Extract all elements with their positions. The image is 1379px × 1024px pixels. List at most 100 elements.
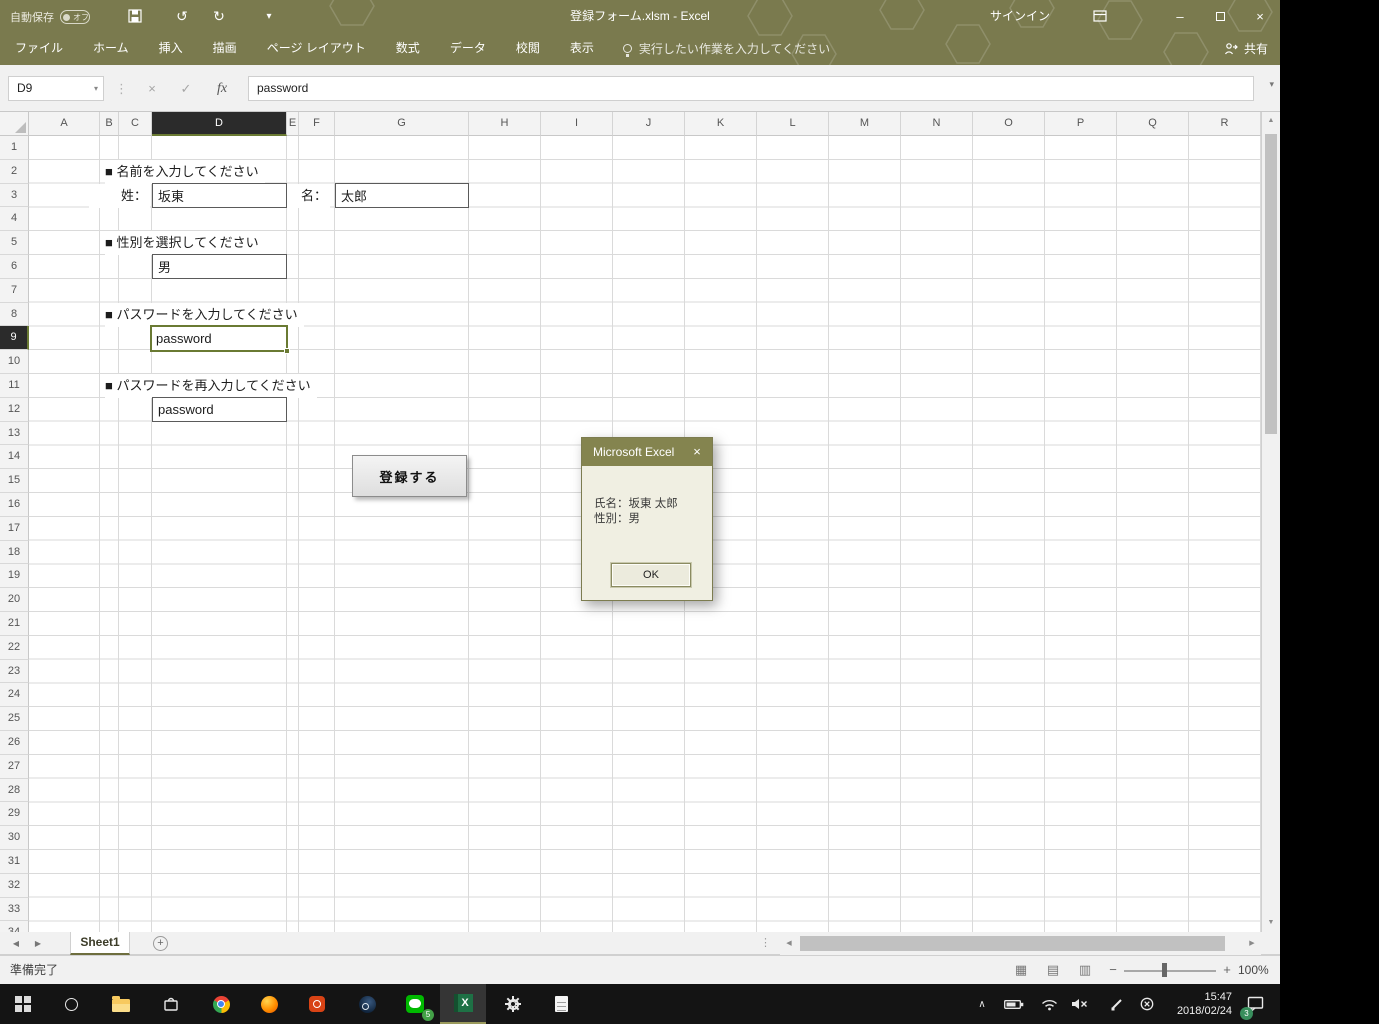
ribbon-tab-file[interactable]: ファイル <box>0 32 78 65</box>
minimize-button[interactable]: – <box>1160 0 1200 32</box>
tray-network-button[interactable] <box>1036 984 1062 1024</box>
redo-button[interactable]: ↻ <box>202 0 236 32</box>
row-header-18[interactable]: 18 <box>0 540 29 565</box>
column-header-m[interactable]: M <box>829 112 901 136</box>
ribbon-tab-insert[interactable]: 挿入 <box>144 32 198 65</box>
column-header-n[interactable]: N <box>901 112 973 136</box>
signin-button[interactable]: サインイン <box>978 0 1062 32</box>
action-center-button[interactable]: 3 <box>1238 984 1272 1024</box>
column-header-c[interactable]: C <box>119 112 152 136</box>
row-header-3[interactable]: 3 <box>0 183 29 208</box>
scroll-up-icon[interactable]: ▲ <box>1262 112 1280 130</box>
row-header-19[interactable]: 19 <box>0 564 29 589</box>
cell-password-confirm-section[interactable]: ■ パスワードを再入力してください <box>105 374 317 398</box>
row-header-16[interactable]: 16 <box>0 492 29 517</box>
undo-button[interactable]: ↺ <box>165 0 199 32</box>
taskbar-notes-button[interactable] <box>538 984 584 1024</box>
taskbar-store-button[interactable] <box>148 984 194 1024</box>
taskbar-chat-app-button[interactable] <box>294 984 340 1024</box>
dialog-titlebar[interactable]: Microsoft Excel × <box>582 438 712 466</box>
row-header-30[interactable]: 30 <box>0 826 29 850</box>
row-header-6[interactable]: 6 <box>0 254 29 279</box>
cell-name-section[interactable]: ■ 名前を入力してください <box>105 159 265 184</box>
row-header-29[interactable]: 29 <box>0 802 29 827</box>
save-button[interactable] <box>118 0 152 32</box>
cell-gender-section[interactable]: ■ 性別を選択してください <box>105 231 265 256</box>
row-header-20[interactable]: 20 <box>0 588 29 612</box>
horizontal-scrollbar-thumb[interactable] <box>800 936 1225 951</box>
tray-sync-error-button[interactable] <box>1134 984 1160 1024</box>
row-header-31[interactable]: 31 <box>0 849 29 874</box>
gender-field[interactable]: 男 <box>152 254 287 279</box>
cell-password-section[interactable]: ■ パスワードを入力してください <box>105 302 304 327</box>
row-header-23[interactable]: 23 <box>0 659 29 684</box>
last-name-field[interactable]: 坂東 <box>152 182 287 208</box>
cell-last-name-label[interactable]: 姓： <box>89 183 150 208</box>
tray-battery-button[interactable] <box>1000 984 1028 1024</box>
sheet-nav-prev-button[interactable]: ◀ <box>6 932 26 955</box>
add-sheet-button[interactable]: + <box>153 936 168 951</box>
zoom-level-label[interactable]: 100% <box>1238 956 1269 984</box>
start-button[interactable] <box>0 984 46 1024</box>
column-header-a[interactable]: A <box>29 112 100 136</box>
insert-function-button[interactable]: fx <box>208 76 236 101</box>
row-header-7[interactable]: 7 <box>0 278 29 303</box>
row-header-34[interactable]: 34 <box>0 921 29 932</box>
sheet-tab-sheet1[interactable]: Sheet1 <box>70 932 130 955</box>
row-header-14[interactable]: 14 <box>0 445 29 470</box>
row-header-11[interactable]: 11 <box>0 373 29 398</box>
column-header-e[interactable]: E <box>287 112 299 136</box>
horizontal-scrollbar[interactable]: ◀ ▶ <box>780 932 1261 955</box>
row-header-8[interactable]: 8 <box>0 302 29 327</box>
column-header-f[interactable]: F <box>299 112 335 136</box>
row-header-4[interactable]: 4 <box>0 207 29 232</box>
zoom-slider-track[interactable] <box>1124 969 1216 972</box>
register-button[interactable]: 登録する <box>352 455 467 497</box>
dialog-ok-button[interactable]: OK <box>611 563 691 587</box>
taskbar-chrome-button[interactable] <box>198 984 244 1024</box>
column-header-p[interactable]: P <box>1045 112 1117 136</box>
column-header-k[interactable]: K <box>685 112 757 136</box>
row-header-26[interactable]: 26 <box>0 730 29 755</box>
formula-input[interactable]: password <box>248 76 1254 101</box>
column-header-q[interactable]: Q <box>1117 112 1189 136</box>
row-header-12[interactable]: 12 <box>0 397 29 422</box>
column-header-l[interactable]: L <box>757 112 829 136</box>
vertical-scrollbar[interactable]: ▲ ▼ <box>1261 112 1280 932</box>
tab-scroll-splitter[interactable]: ⋮ <box>760 932 771 955</box>
column-header-r[interactable]: R <box>1189 112 1261 136</box>
row-header-22[interactable]: 22 <box>0 635 29 660</box>
row-header-1[interactable]: 1 <box>0 136 29 160</box>
password-field-selected-cell[interactable]: password <box>150 325 290 354</box>
ribbon-display-options-button[interactable] <box>1080 0 1120 32</box>
vertical-scrollbar-thumb[interactable] <box>1265 134 1277 434</box>
name-box-caret-icon[interactable]: ▾ <box>94 77 98 100</box>
autosave-toggle[interactable]: 自動保存 オフ <box>10 9 90 25</box>
taskbar-search-button[interactable] <box>48 984 94 1024</box>
scroll-left-icon[interactable]: ◀ <box>780 932 798 955</box>
column-header-i[interactable]: I <box>541 112 613 136</box>
zoom-slider-thumb[interactable] <box>1162 963 1167 977</box>
row-header-32[interactable]: 32 <box>0 873 29 898</box>
cell-first-name-label[interactable]: 名： <box>287 183 330 208</box>
ribbon-tab-page-layout[interactable]: ページ レイアウト <box>252 32 381 65</box>
scroll-down-icon[interactable]: ▼ <box>1262 914 1280 932</box>
enter-button[interactable]: ✓ <box>172 76 200 101</box>
password-confirm-field[interactable]: password <box>152 396 287 422</box>
taskbar-settings-button[interactable] <box>490 984 536 1024</box>
taskbar-excel-button[interactable]: X <box>440 984 486 1024</box>
ribbon-tab-view[interactable]: 表示 <box>555 32 609 65</box>
column-header-d[interactable]: D <box>152 112 287 136</box>
row-header-28[interactable]: 28 <box>0 778 29 803</box>
name-box[interactable]: D9 ▾ <box>8 76 104 101</box>
normal-view-button[interactable]: ▦ <box>1008 956 1034 984</box>
row-header-9[interactable]: 9 <box>0 326 29 351</box>
taskbar-clock[interactable]: 15:47 2018/02/24 <box>1158 990 1232 1018</box>
close-button[interactable]: × <box>1240 0 1280 32</box>
maximize-button[interactable] <box>1200 0 1240 32</box>
row-header-15[interactable]: 15 <box>0 469 29 493</box>
tray-volume-button[interactable] <box>1066 984 1092 1024</box>
fill-handle[interactable] <box>284 348 290 354</box>
ribbon-tab-review[interactable]: 校閲 <box>501 32 555 65</box>
row-header-27[interactable]: 27 <box>0 754 29 779</box>
